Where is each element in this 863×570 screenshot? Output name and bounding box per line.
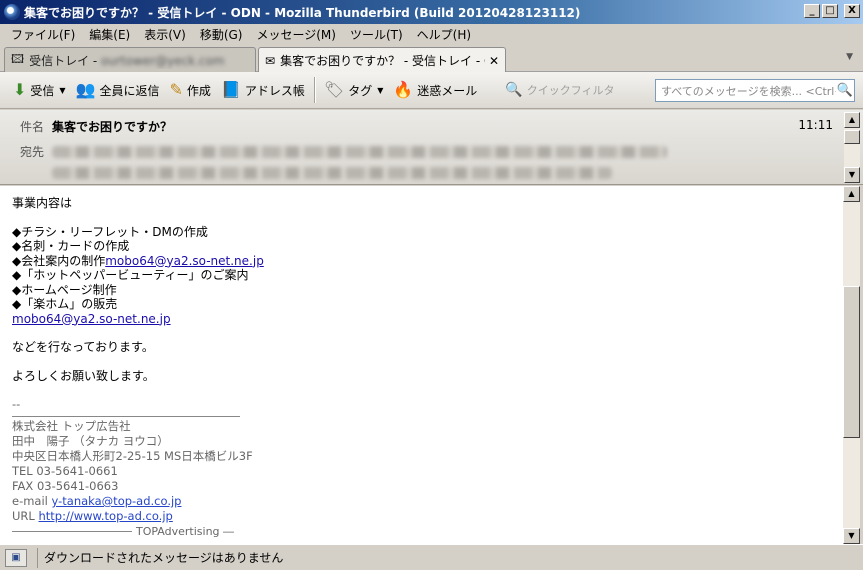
toolbar-separator	[313, 77, 315, 103]
subject-label: 件名	[20, 120, 45, 134]
reply-all-button[interactable]: 👥 全員に返信	[71, 76, 165, 104]
sig-divider	[12, 416, 240, 417]
recipients-blurred	[52, 167, 612, 179]
sig-name: 田中 陽子 （タナカ ヨウコ）	[12, 434, 169, 448]
menu-file[interactable]: ファイル(F)	[4, 26, 82, 43]
tab-message[interactable]: ✉ 集客でお困りですか？ - 受信トレイ - OD... ✕	[258, 47, 506, 73]
body-closing: などを行なっております。	[12, 340, 154, 354]
quick-filter-button[interactable]: 🔍 クイックフィルタ	[500, 76, 619, 104]
menu-edit[interactable]: 編集(E)	[82, 26, 137, 43]
body-bullet: ◆「楽ホム」の販売	[12, 297, 118, 311]
body-closing: よろしくお願い致します。	[12, 368, 155, 383]
sig-url-line: URL http://www.top-ad.co.jp	[12, 509, 173, 523]
body-bullet: ◆名刺・カードの作成	[12, 239, 130, 253]
menu-tools[interactable]: ツール(T)	[343, 26, 410, 43]
sig-tel: TEL 03-5641-0661	[12, 464, 118, 478]
scroll-up-icon[interactable]: ▲	[844, 112, 860, 128]
tag-icon: 🏷	[323, 80, 345, 99]
sig-dash: --	[12, 397, 21, 411]
body-scrollbar[interactable]: ▲ ▼	[843, 186, 860, 544]
title-bar: 集客でお困りですか？ - 受信トレイ - ODN - Mozilla Thund…	[0, 0, 863, 24]
message-body: 事業内容は ◆チラシ・リーフレット・DMの作成 ◆名刺・カードの作成 ◆会社案内…	[0, 186, 843, 544]
sig-company: 株式会社 トップ広告社	[12, 419, 131, 433]
window-controls: _ □ X	[804, 4, 860, 18]
inbox-icon: 🖾	[11, 51, 25, 66]
tag-button[interactable]: 🏷 タグ ▼	[319, 76, 388, 104]
window-title: 集客でお困りですか？ - 受信トレイ - ODN - Mozilla Thund…	[24, 5, 581, 20]
address-book-icon: 📘	[220, 80, 241, 99]
maximize-button[interactable]: □	[822, 4, 838, 18]
scroll-thumb[interactable]	[844, 130, 860, 144]
chevron-down-icon: ▼	[377, 85, 384, 95]
body-bullet: ◆「ホットペッパービューティー」のご案内	[12, 268, 249, 282]
junk-button[interactable]: 🔥 迷惑メール	[388, 76, 482, 104]
body-intro: 事業内容は	[12, 196, 73, 210]
menu-message[interactable]: メッセージ(M)	[249, 26, 342, 43]
scroll-down-icon[interactable]: ▼	[843, 528, 860, 544]
scroll-down-icon[interactable]: ▼	[844, 167, 860, 183]
header-scrollbar[interactable]: ▲ ▼	[844, 112, 860, 183]
magnifier-icon: 🔍	[505, 82, 523, 98]
sig-email-link[interactable]: y-tanaka@top-ad.co.jp	[52, 494, 182, 508]
email-link[interactable]: mobo64@ya2.so-net.ne.jp	[105, 254, 264, 268]
flame-icon: 🔥	[393, 80, 414, 99]
reply-all-icon: 👥	[75, 80, 96, 99]
message-header: 件名 集客でお困りですか？ 11:11 宛先 ▲ ▼	[0, 110, 863, 185]
thunderbird-icon	[4, 4, 20, 20]
scroll-up-icon[interactable]: ▲	[843, 186, 860, 202]
tab-inbox-label: 受信トレイ -	[29, 53, 102, 68]
address-book-button[interactable]: 📘 アドレス帳	[216, 76, 310, 104]
search-input[interactable]: すべてのメッセージを検索... <Ctrl+K> 🔍	[655, 79, 855, 102]
body-bullet: ◆チラシ・リーフレット・DMの作成	[12, 224, 208, 239]
scroll-thumb[interactable]	[843, 286, 860, 438]
sig-footer: TOPAdvertising ―	[12, 524, 831, 539]
to-label: 宛先	[20, 145, 45, 159]
status-bar: ▣ ダウンロードされたメッセージはありません	[0, 544, 863, 570]
close-button[interactable]: X	[844, 4, 860, 18]
subject-value: 集客でお困りですか？	[52, 120, 173, 134]
status-text: ダウンロードされたメッセージはありません	[37, 547, 283, 568]
tab-inbox-account: ourtower@yeck.com	[101, 53, 225, 68]
search-placeholder: すべてのメッセージを検索... <Ctrl+K>	[661, 84, 836, 98]
write-button[interactable]: ✎ 作成	[165, 76, 216, 104]
email-link[interactable]: mobo64@ya2.so-net.ne.jp	[12, 312, 171, 326]
minimize-button[interactable]: _	[804, 4, 820, 18]
pencil-icon: ✎	[169, 80, 183, 99]
sig-url-link[interactable]: http://www.top-ad.co.jp	[38, 509, 172, 523]
menu-bar: ファイル(F) 編集(E) 表示(V) 移動(G) メッセージ(M) ツール(T…	[0, 24, 863, 44]
body-bullet: ◆会社案内の制作mobo64@ya2.so-net.ne.jp	[12, 253, 264, 268]
toolbar: ⬇ 受信 ▼ 👥 全員に返信 ✎ 作成 📘 アドレス帳 🏷 タグ ▼ 🔥 迷惑メ…	[0, 72, 863, 109]
signature: -- 株式会社 トップ広告社 田中 陽子 （タナカ ヨウコ） 中央区日本橋人形町…	[12, 397, 831, 539]
sig-email-line: e-mail y-tanaka@top-ad.co.jp	[12, 494, 182, 508]
tab-bar: 🖾 受信トレイ - ourtower@yeck.com ✉ 集客でお困りですか？…	[0, 44, 863, 73]
envelope-icon: ✉	[265, 53, 276, 68]
sig-address: 中央区日本橋人形町2-25-15 MS日本橋ビル3F	[12, 449, 253, 463]
tab-close-icon[interactable]: ✕	[489, 54, 499, 68]
body-bullet: ◆ホームページ制作	[12, 282, 117, 297]
tab-message-label: 集客でお困りですか？ - 受信トレイ - OD...	[280, 54, 485, 68]
message-time: 11:11	[798, 118, 833, 132]
get-mail-button[interactable]: ⬇ 受信 ▼	[8, 76, 71, 104]
menu-go[interactable]: 移動(G)	[193, 26, 250, 43]
tab-list-chevron-icon[interactable]: ▼	[846, 52, 853, 62]
tab-inbox[interactable]: 🖾 受信トレイ - ourtower@yeck.com	[4, 47, 256, 72]
offline-status-icon[interactable]: ▣	[5, 548, 27, 567]
search-icon[interactable]: 🔍	[836, 83, 854, 98]
chevron-down-icon[interactable]: ▼	[59, 86, 65, 95]
sig-fax: FAX 03-5641-0663	[12, 479, 119, 493]
recipients-blurred	[52, 146, 667, 158]
menu-view[interactable]: 表示(V)	[137, 26, 193, 43]
download-icon: ⬇	[13, 80, 27, 99]
menu-help[interactable]: ヘルプ(H)	[410, 26, 478, 43]
